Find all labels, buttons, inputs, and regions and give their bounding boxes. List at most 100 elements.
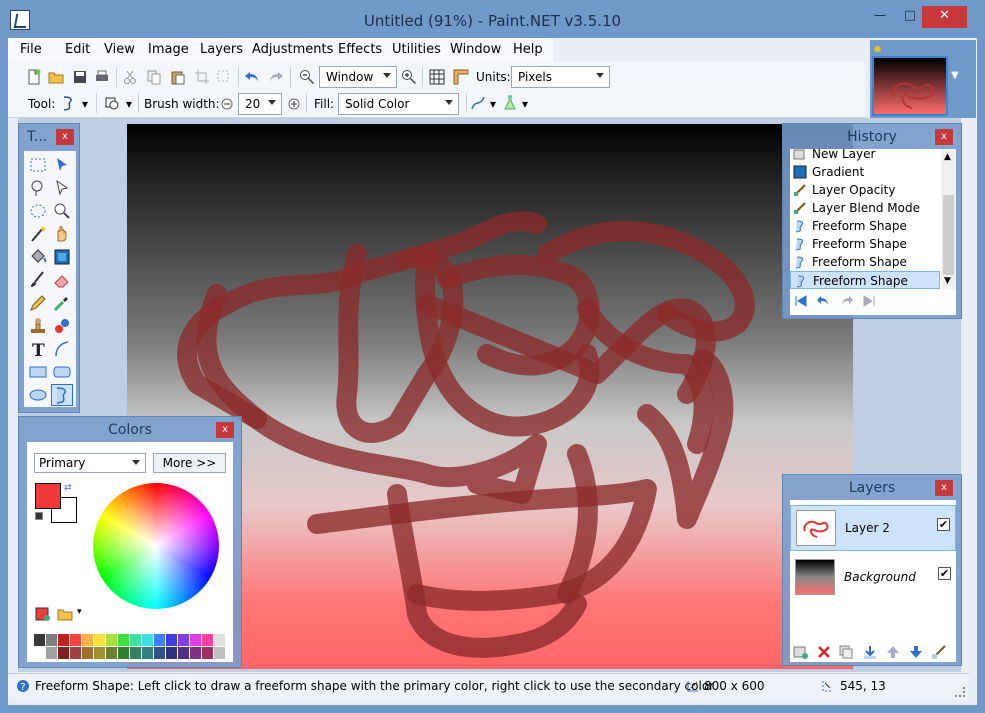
freeform-shape-tool-icon[interactable]	[51, 384, 73, 406]
copy-icon[interactable]	[146, 69, 162, 85]
save-icon[interactable]	[72, 69, 88, 85]
pencil-tool-icon[interactable]	[28, 293, 48, 313]
history-item[interactable]: New Layer	[790, 145, 940, 163]
menu-file[interactable]: File	[20, 42, 42, 57]
move-layer-up-icon[interactable]	[885, 644, 901, 660]
layer-2-visibility-checkbox[interactable]: ✔	[937, 518, 950, 531]
resize-grip[interactable]	[955, 687, 965, 697]
clone-stamp-tool-icon[interactable]	[28, 316, 48, 336]
image-thumbnail[interactable]	[872, 56, 948, 116]
add-layer-icon[interactable]	[793, 644, 809, 660]
add-to-palette-icon[interactable]	[35, 606, 51, 622]
deselect-icon[interactable]	[216, 69, 232, 85]
palette-swatch[interactable]	[130, 634, 141, 646]
scroll-down-icon[interactable]: ▼	[944, 276, 951, 286]
magic-wand-tool-icon[interactable]	[28, 224, 48, 244]
palette-swatch[interactable]	[34, 634, 45, 646]
color-wheel[interactable]	[93, 483, 219, 609]
shape-type-icon[interactable]	[104, 95, 120, 111]
palette-swatch[interactable]	[70, 634, 81, 646]
zoom-tool-icon[interactable]	[52, 201, 72, 221]
palette-swatch[interactable]	[106, 634, 117, 646]
palette-swatch[interactable]	[202, 634, 213, 646]
lasso-select-tool-icon[interactable]	[28, 178, 48, 198]
palette-swatch[interactable]	[82, 634, 93, 646]
paintbrush-tool-icon[interactable]	[28, 270, 48, 290]
redo-icon[interactable]	[268, 69, 284, 85]
grid-icon[interactable]	[429, 69, 445, 85]
layers-panel-close-button[interactable]: x	[935, 480, 953, 496]
blend-mode-flask-icon[interactable]	[502, 95, 518, 111]
palette-swatch[interactable]	[142, 647, 153, 659]
antialiasing-icon[interactable]	[470, 95, 486, 111]
cut-icon[interactable]	[122, 69, 138, 85]
history-undo-icon[interactable]	[816, 294, 830, 308]
layer-properties-icon[interactable]	[931, 644, 947, 660]
shape-dropdown-arrow[interactable]: ▾	[126, 97, 132, 111]
paint-bucket-tool-icon[interactable]	[28, 247, 48, 267]
menu-adjustments[interactable]: Adjustments	[252, 42, 333, 57]
paste-icon[interactable]	[170, 69, 186, 85]
history-first-icon[interactable]	[794, 294, 808, 308]
history-item-selected[interactable]: Freeform Shape	[790, 271, 940, 289]
rulers-icon[interactable]	[453, 69, 469, 85]
text-tool-icon[interactable]: T	[28, 339, 48, 359]
ellipse-select-tool-icon[interactable]	[28, 201, 48, 221]
palette-swatch[interactable]	[178, 647, 189, 659]
gradient-tool-icon[interactable]	[52, 247, 72, 267]
zoom-select[interactable]: Window	[319, 66, 397, 88]
palette-swatch[interactable]	[214, 647, 225, 659]
history-item[interactable]: Layer Blend Mode	[790, 199, 940, 217]
palette-swatch[interactable]	[106, 647, 117, 659]
layer-row-layer-2[interactable]: Layer 2 ✔	[790, 505, 956, 551]
move-selection-tool-icon[interactable]	[52, 178, 72, 198]
scroll-up-icon[interactable]: ▲	[944, 152, 951, 162]
move-selected-pixels-icon[interactable]	[52, 155, 72, 175]
palette-swatch[interactable]	[46, 634, 57, 646]
decrease-width-icon[interactable]	[219, 96, 235, 112]
duplicate-layer-icon[interactable]	[838, 644, 854, 660]
history-item[interactable]: Gradient	[790, 163, 940, 181]
palette-menu-icon[interactable]	[57, 606, 73, 622]
thumbnail-expand-icon[interactable]: ▼	[951, 70, 959, 81]
zoom-in-icon[interactable]	[401, 69, 417, 85]
background-visibility-checkbox[interactable]: ✔	[938, 567, 951, 580]
menu-layers[interactable]: Layers	[200, 42, 243, 57]
ellipse-tool-icon[interactable]	[28, 385, 48, 405]
palette-swatch[interactable]	[118, 634, 129, 646]
pan-tool-hand-icon[interactable]	[52, 224, 72, 244]
palette-swatch[interactable]	[130, 647, 141, 659]
blend-dropdown-arrow[interactable]: ▾	[522, 97, 528, 111]
brush-width-select[interactable]: 20	[238, 93, 282, 115]
history-item[interactable]: Freeform Shape	[790, 235, 940, 253]
print-icon[interactable]	[94, 69, 110, 85]
minimize-button[interactable]: —	[865, 6, 895, 28]
palette-swatch[interactable]	[166, 647, 177, 659]
layer-row-background[interactable]: Background ✔	[790, 555, 956, 601]
palette-swatch[interactable]	[154, 634, 165, 646]
palette-swatch[interactable]	[190, 647, 201, 659]
crop-icon[interactable]	[194, 69, 210, 85]
recolor-tool-icon[interactable]	[52, 316, 72, 336]
palette-swatch[interactable]	[46, 647, 57, 659]
fill-select[interactable]: Solid Color	[338, 93, 459, 115]
rounded-rectangle-tool-icon[interactable]	[52, 362, 72, 382]
primary-color-swatch[interactable]	[35, 483, 61, 509]
colors-panel-close-button[interactable]: x	[216, 422, 234, 438]
palette-swatch[interactable]	[166, 634, 177, 646]
open-folder-icon[interactable]	[48, 69, 64, 85]
color-mode-select[interactable]: Primary	[34, 453, 146, 473]
palette-swatch[interactable]	[82, 647, 93, 659]
move-layer-down-icon[interactable]	[908, 644, 924, 660]
maximize-button[interactable]: □	[895, 6, 925, 28]
close-window-button[interactable]: ✕	[922, 6, 967, 28]
undo-icon[interactable]	[244, 69, 260, 85]
new-file-icon[interactable]	[26, 69, 42, 85]
palette-dropdown-arrow[interactable]: ▾	[77, 607, 82, 617]
menu-edit[interactable]: Edit	[65, 42, 90, 57]
palette-swatch[interactable]	[190, 634, 201, 646]
history-item[interactable]: Layer Opacity	[790, 181, 940, 199]
menu-effects[interactable]: Effects	[338, 42, 382, 57]
history-panel-close-button[interactable]: x	[935, 129, 953, 145]
history-last-icon[interactable]	[862, 294, 876, 308]
